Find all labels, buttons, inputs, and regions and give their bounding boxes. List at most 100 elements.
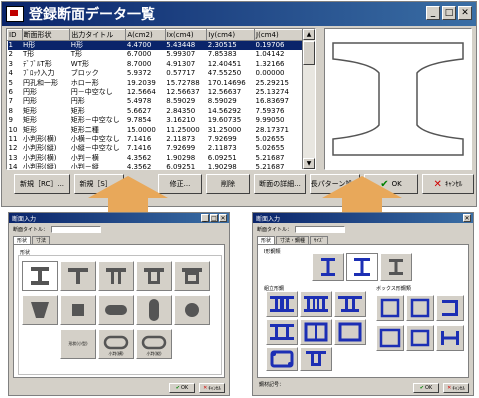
title-input[interactable] <box>51 226 102 233</box>
table-cell: 小判－横 <box>70 153 99 162</box>
oval-v-shape-tile[interactable] <box>136 295 172 325</box>
table-cell: 1.04142 <box>255 50 285 59</box>
table-row[interactable]: 8 矩形 矩形 5.6627 2.84350 14.56292 7.59376 <box>8 107 307 116</box>
table-row[interactable]: 5 円孔和一形 ホロー形 19.2039 15.72788 170.14696 25.292… <box>8 79 307 88</box>
table-cell: 矩形 <box>23 125 38 134</box>
scroll-up-icon[interactable]: ▲ <box>303 29 315 40</box>
table-cell: 12 <box>8 144 18 153</box>
box-rect-tile[interactable] <box>406 295 434 321</box>
box-t-shape-tile[interactable] <box>174 261 210 291</box>
dialog-title: 断面入力 <box>12 215 37 223</box>
ok-button[interactable]: ✔ OK <box>169 383 195 393</box>
h-shape-tile[interactable] <box>22 261 58 291</box>
table-cell: 矩形 <box>23 106 38 115</box>
battened-tile[interactable] <box>300 319 332 345</box>
column-header[interactable]: Iy(cm4) <box>206 29 256 41</box>
table-cell: 25.29215 <box>255 78 289 87</box>
welded-h-tile[interactable] <box>380 253 412 281</box>
rect-shape-tile[interactable] <box>60 295 96 325</box>
cancel-button[interactable]: ✕ ｷｬﾝｾﾙ <box>199 383 225 393</box>
box-frame-tile[interactable] <box>334 319 366 345</box>
table-cell: 4.3562 <box>126 163 152 170</box>
h-beam-tile[interactable] <box>346 253 378 281</box>
table-row[interactable]: 3 ﾃﾞﾌﾞﾙT形 WT形 8.7000 4.91307 12.40451 1.32166 <box>8 60 307 69</box>
table-row[interactable]: 4 ﾌﾞﾛｯｸ入力 ブロック 5.9372 0.57717 47.55250 0.00000 <box>8 69 307 78</box>
vertical-scrollbar[interactable]: ▲ ▼ <box>302 29 315 169</box>
ok-label: OK <box>180 385 189 391</box>
triple-i-tile[interactable] <box>300 291 332 317</box>
table-cell: 7.1416 <box>126 144 152 153</box>
table-row[interactable]: 13 小判形(横) 小判－横 4.3562 1.90298 6.09251 5.21687 <box>8 154 307 163</box>
i-beam-tile[interactable] <box>312 253 344 281</box>
table-cell: 8.7000 <box>126 59 152 68</box>
table-cell: 小判形(縦) <box>23 163 57 170</box>
tee-cut-tile[interactable] <box>300 347 332 371</box>
box-medium-icon <box>410 329 430 347</box>
close-button[interactable]: ✕ <box>463 214 471 222</box>
table-cell: 12.56637 <box>207 88 242 97</box>
t-shape-tile[interactable] <box>60 261 96 291</box>
table-cell: 15.0000 <box>126 125 156 134</box>
column-header[interactable]: 出力タイトル <box>69 29 127 41</box>
cross-icon: ✕ <box>433 178 442 190</box>
ring-oval-shape-tile[interactable]: 小判(縦) <box>136 329 172 359</box>
box-square-tile[interactable] <box>376 295 404 321</box>
section-table[interactable]: ID 断面形状 出力タイトル A(cm2) Ix(cm4) Iy(cm4) J(cm4) 1… <box>6 28 316 170</box>
scroll-thumb[interactable] <box>303 41 315 65</box>
table-row[interactable]: 6 円形 円－中空なし 12.5664 12.56637 12.56637 25.13274 <box>8 88 307 97</box>
column-header[interactable]: 断面形状 <box>21 29 71 41</box>
table-row[interactable]: 11 小判形(横) 小横－中空なし 7.1416 2.11873 7.92699 5.026… <box>8 135 307 144</box>
circle-shape-tile[interactable] <box>174 295 210 325</box>
close-button[interactable]: ✕ <box>219 214 227 222</box>
maximize-button[interactable]: □ <box>442 6 456 20</box>
pi-shape-tile[interactable] <box>98 261 134 291</box>
box-large-tile[interactable] <box>376 325 404 351</box>
maximize-button[interactable]: □ <box>210 214 218 222</box>
oval-h-shape-tile[interactable] <box>98 295 134 325</box>
column-header[interactable]: ID <box>7 29 23 41</box>
tee-cut-icon <box>306 351 326 366</box>
minimize-button[interactable]: _ <box>426 6 440 20</box>
box-medium-tile[interactable] <box>406 325 434 351</box>
h-beam-blue-icon <box>354 258 370 276</box>
delete-button[interactable]: 削除 <box>206 174 250 194</box>
title-label: 断面タイトル： <box>257 227 293 233</box>
table-cell: ﾃﾞﾌﾞﾙT形 <box>23 59 52 68</box>
scroll-down-icon[interactable]: ▼ <box>303 158 315 169</box>
new-rc-button[interactable]: 新規［RC］... <box>14 174 70 194</box>
table-row[interactable]: 14 小判形(縦) 小判－縦 4.3562 6.09251 1.90298 5.21687 <box>8 163 307 170</box>
table-row[interactable]: 2 T形 T形 6.7000 5.99307 7.85383 1.04142 <box>8 50 307 59</box>
table-cell: 小判形(縦) <box>23 144 57 153</box>
table-cell: 5.02655 <box>255 144 285 153</box>
table-cell: 5.99307 <box>166 50 196 59</box>
table-row[interactable]: 9 矩形 矩形－中空なし 9.7854 3.16210 19.60735 9.99050 <box>8 116 307 125</box>
pipe-frame-tile[interactable] <box>266 347 298 371</box>
channel-shape-tile[interactable] <box>136 261 172 291</box>
details-button[interactable]: 断面の詳細... <box>254 174 306 194</box>
box-channel-tile[interactable] <box>436 295 464 321</box>
table-row[interactable]: 12 小判形(縦) 小縦－中空なし 7.1416 7.92699 2.11873 5.026… <box>8 144 307 153</box>
table-row[interactable]: 7 円形 円形 5.4978 8.59029 8.59029 16.83697 <box>8 97 307 106</box>
group-label: ボックス形鋼類 <box>376 286 411 292</box>
ok-button[interactable]: ✔ OK <box>413 383 439 393</box>
tee-pair-tile[interactable] <box>266 319 298 345</box>
table-row[interactable]: 1 H形 H形 4.4700 5.43448 2.30515 0.19706 <box>7 40 307 51</box>
cancel-button[interactable]: ✕ ｷｬﾝｾﾙ <box>443 383 469 393</box>
h-rotated-tile[interactable] <box>436 325 464 351</box>
close-button[interactable]: ✕ <box>458 6 472 20</box>
box-square-icon <box>380 298 400 318</box>
minimize-button[interactable]: _ <box>201 214 209 222</box>
column-header[interactable]: A(cm2) <box>125 29 166 41</box>
cruciform-tile[interactable] <box>334 291 366 317</box>
title-input[interactable] <box>295 226 346 233</box>
double-i-tile[interactable] <box>266 291 298 317</box>
custom-shape-tile[interactable]: 形状(小型) <box>60 329 96 359</box>
table-cell: 5.21687 <box>255 153 285 162</box>
trapezoid-shape-tile[interactable] <box>22 295 58 325</box>
rc-section-dialog: 断面入力 _ □ ✕ 断面タイトル： 形状 寸法 形状 形状(小型) 小判(横)… <box>8 212 230 396</box>
column-header[interactable]: Ix(cm4) <box>164 29 208 41</box>
ring-rect-shape-tile[interactable]: 小判(横) <box>98 329 134 359</box>
table-row[interactable]: 10 矩形 矩形二種 15.0000 11.25000 31.25000 28.17371 <box>8 126 307 135</box>
cancel-button[interactable]: ✕ ｷｬﾝｾﾙ <box>422 174 474 194</box>
column-header[interactable]: J(cm4) <box>254 29 307 41</box>
